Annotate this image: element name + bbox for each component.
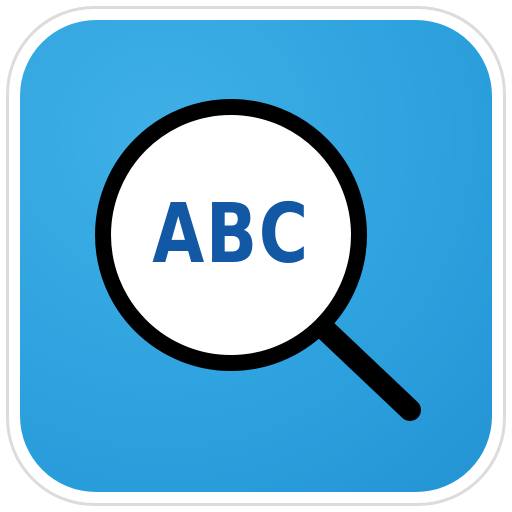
lens-text: ABC — [152, 187, 310, 282]
app-icon[interactable]: ABC — [20, 20, 492, 492]
magnifier-handle — [304, 309, 421, 421]
